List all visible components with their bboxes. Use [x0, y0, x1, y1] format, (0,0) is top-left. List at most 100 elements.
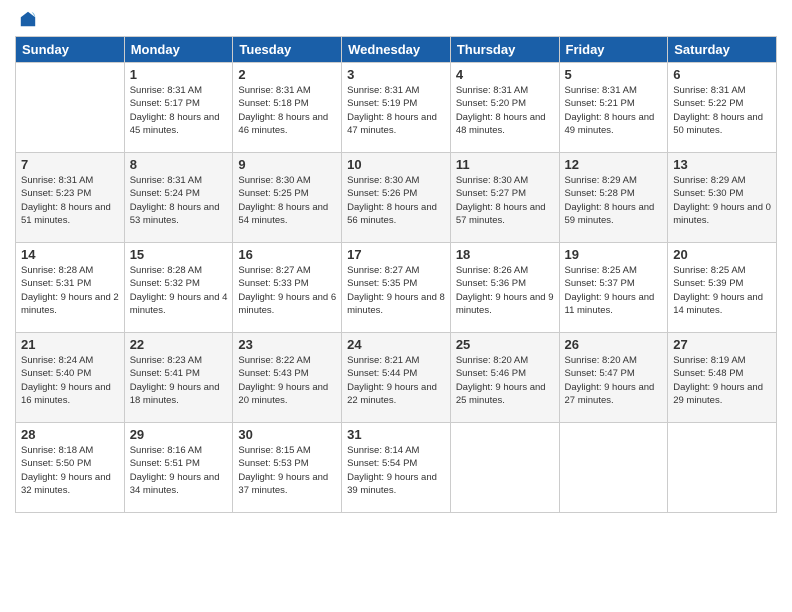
- day-info: Sunrise: 8:31 AM Sunset: 5:24 PM Dayligh…: [130, 174, 228, 227]
- sunset-text: Sunset: 5:53 PM: [238, 458, 308, 469]
- day-info: Sunrise: 8:31 AM Sunset: 5:17 PM Dayligh…: [130, 84, 228, 137]
- calendar-cell: 24 Sunrise: 8:21 AM Sunset: 5:44 PM Dayl…: [342, 333, 451, 423]
- calendar-week-row: 28 Sunrise: 8:18 AM Sunset: 5:50 PM Dayl…: [16, 423, 777, 513]
- calendar-cell: 22 Sunrise: 8:23 AM Sunset: 5:41 PM Dayl…: [124, 333, 233, 423]
- daylight-text: Daylight: 9 hours and 32 minutes.: [21, 472, 111, 496]
- sunset-text: Sunset: 5:35 PM: [347, 278, 417, 289]
- calendar-week-row: 7 Sunrise: 8:31 AM Sunset: 5:23 PM Dayli…: [16, 153, 777, 243]
- sunrise-text: Sunrise: 8:31 AM: [21, 175, 93, 186]
- sunrise-text: Sunrise: 8:31 AM: [238, 85, 310, 96]
- daylight-text: Daylight: 9 hours and 8 minutes.: [347, 292, 445, 316]
- calendar-cell: 4 Sunrise: 8:31 AM Sunset: 5:20 PM Dayli…: [450, 63, 559, 153]
- day-number: 13: [673, 157, 771, 172]
- day-number: 18: [456, 247, 554, 262]
- calendar-cell: 2 Sunrise: 8:31 AM Sunset: 5:18 PM Dayli…: [233, 63, 342, 153]
- day-info: Sunrise: 8:23 AM Sunset: 5:41 PM Dayligh…: [130, 354, 228, 407]
- day-number: 3: [347, 67, 445, 82]
- sunrise-text: Sunrise: 8:31 AM: [130, 175, 202, 186]
- day-number: 1: [130, 67, 228, 82]
- daylight-text: Daylight: 8 hours and 51 minutes.: [21, 202, 111, 226]
- calendar-cell: 30 Sunrise: 8:15 AM Sunset: 5:53 PM Dayl…: [233, 423, 342, 513]
- sunset-text: Sunset: 5:26 PM: [347, 188, 417, 199]
- day-info: Sunrise: 8:27 AM Sunset: 5:33 PM Dayligh…: [238, 264, 336, 317]
- daylight-text: Daylight: 9 hours and 25 minutes.: [456, 382, 546, 406]
- sunrise-text: Sunrise: 8:31 AM: [130, 85, 202, 96]
- day-info: Sunrise: 8:29 AM Sunset: 5:28 PM Dayligh…: [565, 174, 663, 227]
- calendar-week-row: 14 Sunrise: 8:28 AM Sunset: 5:31 PM Dayl…: [16, 243, 777, 333]
- day-info: Sunrise: 8:22 AM Sunset: 5:43 PM Dayligh…: [238, 354, 336, 407]
- sunset-text: Sunset: 5:32 PM: [130, 278, 200, 289]
- day-info: Sunrise: 8:20 AM Sunset: 5:46 PM Dayligh…: [456, 354, 554, 407]
- daylight-text: Daylight: 8 hours and 53 minutes.: [130, 202, 220, 226]
- calendar-cell: 1 Sunrise: 8:31 AM Sunset: 5:17 PM Dayli…: [124, 63, 233, 153]
- sunrise-text: Sunrise: 8:25 AM: [673, 265, 745, 276]
- day-number: 17: [347, 247, 445, 262]
- sunset-text: Sunset: 5:50 PM: [21, 458, 91, 469]
- day-info: Sunrise: 8:14 AM Sunset: 5:54 PM Dayligh…: [347, 444, 445, 497]
- sunset-text: Sunset: 5:44 PM: [347, 368, 417, 379]
- sunrise-text: Sunrise: 8:22 AM: [238, 355, 310, 366]
- calendar-cell: 7 Sunrise: 8:31 AM Sunset: 5:23 PM Dayli…: [16, 153, 125, 243]
- sunrise-text: Sunrise: 8:26 AM: [456, 265, 528, 276]
- day-info: Sunrise: 8:20 AM Sunset: 5:47 PM Dayligh…: [565, 354, 663, 407]
- sunset-text: Sunset: 5:25 PM: [238, 188, 308, 199]
- calendar-cell: 13 Sunrise: 8:29 AM Sunset: 5:30 PM Dayl…: [668, 153, 777, 243]
- logo: [15, 10, 39, 28]
- daylight-text: Daylight: 9 hours and 11 minutes.: [565, 292, 655, 316]
- calendar-cell: 23 Sunrise: 8:22 AM Sunset: 5:43 PM Dayl…: [233, 333, 342, 423]
- day-number: 2: [238, 67, 336, 82]
- day-info: Sunrise: 8:30 AM Sunset: 5:27 PM Dayligh…: [456, 174, 554, 227]
- calendar-cell: [16, 63, 125, 153]
- calendar-cell: 20 Sunrise: 8:25 AM Sunset: 5:39 PM Dayl…: [668, 243, 777, 333]
- daylight-text: Daylight: 8 hours and 46 minutes.: [238, 112, 328, 136]
- day-info: Sunrise: 8:28 AM Sunset: 5:31 PM Dayligh…: [21, 264, 119, 317]
- day-info: Sunrise: 8:31 AM Sunset: 5:20 PM Dayligh…: [456, 84, 554, 137]
- calendar-week-row: 1 Sunrise: 8:31 AM Sunset: 5:17 PM Dayli…: [16, 63, 777, 153]
- daylight-text: Daylight: 9 hours and 27 minutes.: [565, 382, 655, 406]
- day-number: 11: [456, 157, 554, 172]
- sunset-text: Sunset: 5:54 PM: [347, 458, 417, 469]
- daylight-text: Daylight: 8 hours and 50 minutes.: [673, 112, 763, 136]
- day-number: 24: [347, 337, 445, 352]
- daylight-text: Daylight: 9 hours and 0 minutes.: [673, 202, 771, 226]
- day-info: Sunrise: 8:18 AM Sunset: 5:50 PM Dayligh…: [21, 444, 119, 497]
- sunset-text: Sunset: 5:51 PM: [130, 458, 200, 469]
- page: SundayMondayTuesdayWednesdayThursdayFrid…: [0, 0, 792, 612]
- calendar-cell: [668, 423, 777, 513]
- day-info: Sunrise: 8:25 AM Sunset: 5:37 PM Dayligh…: [565, 264, 663, 317]
- calendar-table: SundayMondayTuesdayWednesdayThursdayFrid…: [15, 36, 777, 513]
- day-number: 21: [21, 337, 119, 352]
- calendar-cell: 26 Sunrise: 8:20 AM Sunset: 5:47 PM Dayl…: [559, 333, 668, 423]
- sunset-text: Sunset: 5:37 PM: [565, 278, 635, 289]
- daylight-text: Daylight: 9 hours and 18 minutes.: [130, 382, 220, 406]
- sunrise-text: Sunrise: 8:29 AM: [565, 175, 637, 186]
- day-number: 29: [130, 427, 228, 442]
- header: [15, 10, 777, 28]
- daylight-text: Daylight: 9 hours and 37 minutes.: [238, 472, 328, 496]
- day-info: Sunrise: 8:21 AM Sunset: 5:44 PM Dayligh…: [347, 354, 445, 407]
- day-of-week-header: Monday: [124, 37, 233, 63]
- calendar-week-row: 21 Sunrise: 8:24 AM Sunset: 5:40 PM Dayl…: [16, 333, 777, 423]
- day-number: 12: [565, 157, 663, 172]
- calendar-cell: 25 Sunrise: 8:20 AM Sunset: 5:46 PM Dayl…: [450, 333, 559, 423]
- day-of-week-header: Sunday: [16, 37, 125, 63]
- sunrise-text: Sunrise: 8:30 AM: [347, 175, 419, 186]
- day-info: Sunrise: 8:31 AM Sunset: 5:22 PM Dayligh…: [673, 84, 771, 137]
- calendar-cell: 8 Sunrise: 8:31 AM Sunset: 5:24 PM Dayli…: [124, 153, 233, 243]
- sunrise-text: Sunrise: 8:21 AM: [347, 355, 419, 366]
- day-info: Sunrise: 8:30 AM Sunset: 5:26 PM Dayligh…: [347, 174, 445, 227]
- calendar-cell: 12 Sunrise: 8:29 AM Sunset: 5:28 PM Dayl…: [559, 153, 668, 243]
- sunrise-text: Sunrise: 8:14 AM: [347, 445, 419, 456]
- daylight-text: Daylight: 8 hours and 47 minutes.: [347, 112, 437, 136]
- sunset-text: Sunset: 5:46 PM: [456, 368, 526, 379]
- day-info: Sunrise: 8:29 AM Sunset: 5:30 PM Dayligh…: [673, 174, 771, 227]
- sunset-text: Sunset: 5:39 PM: [673, 278, 743, 289]
- day-info: Sunrise: 8:24 AM Sunset: 5:40 PM Dayligh…: [21, 354, 119, 407]
- daylight-text: Daylight: 8 hours and 54 minutes.: [238, 202, 328, 226]
- day-info: Sunrise: 8:15 AM Sunset: 5:53 PM Dayligh…: [238, 444, 336, 497]
- day-info: Sunrise: 8:25 AM Sunset: 5:39 PM Dayligh…: [673, 264, 771, 317]
- day-number: 14: [21, 247, 119, 262]
- day-of-week-header: Saturday: [668, 37, 777, 63]
- sunset-text: Sunset: 5:20 PM: [456, 98, 526, 109]
- sunrise-text: Sunrise: 8:31 AM: [347, 85, 419, 96]
